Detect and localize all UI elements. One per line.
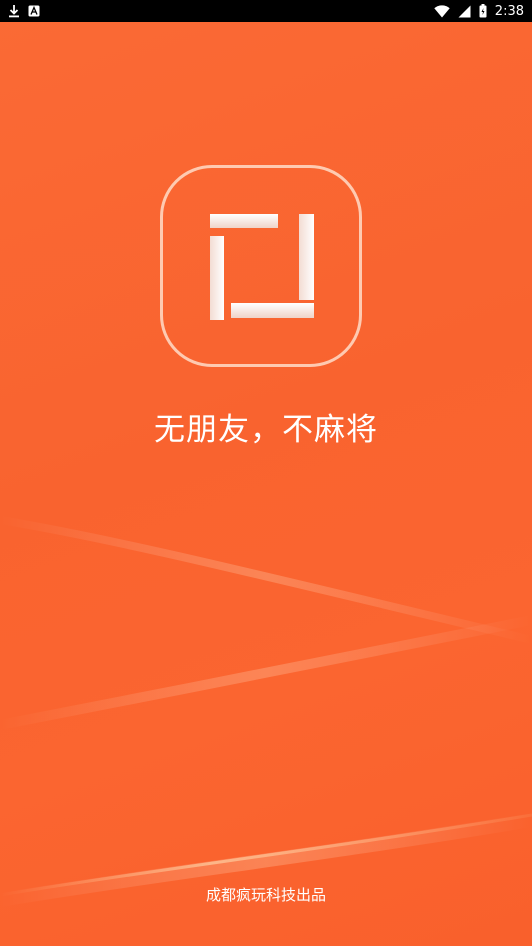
background-light-streaks bbox=[0, 516, 532, 907]
a-badge-icon bbox=[28, 5, 40, 17]
wifi-icon bbox=[434, 4, 450, 17]
logo-square-icon bbox=[210, 214, 314, 320]
status-bar: 2:38 bbox=[0, 0, 532, 22]
download-icon bbox=[9, 5, 19, 18]
app-logo bbox=[160, 165, 362, 367]
battery-icon bbox=[479, 4, 487, 18]
cell-signal-icon bbox=[458, 5, 471, 17]
status-left-icons bbox=[8, 4, 40, 18]
slogan: 无朋友，不麻将 bbox=[154, 412, 378, 448]
streak-middle bbox=[0, 615, 532, 730]
company-credit: 成都疯玩科技出品 bbox=[205, 886, 326, 904]
status-time: 2:38 bbox=[494, 3, 524, 19]
splash-screen: 2:38 无朋友，不麻将 成都疯玩科技出品 bbox=[0, 0, 532, 946]
streak-upper bbox=[0, 516, 532, 644]
streak-lower bbox=[0, 813, 532, 897]
status-right-icons: 2:38 bbox=[434, 4, 524, 19]
